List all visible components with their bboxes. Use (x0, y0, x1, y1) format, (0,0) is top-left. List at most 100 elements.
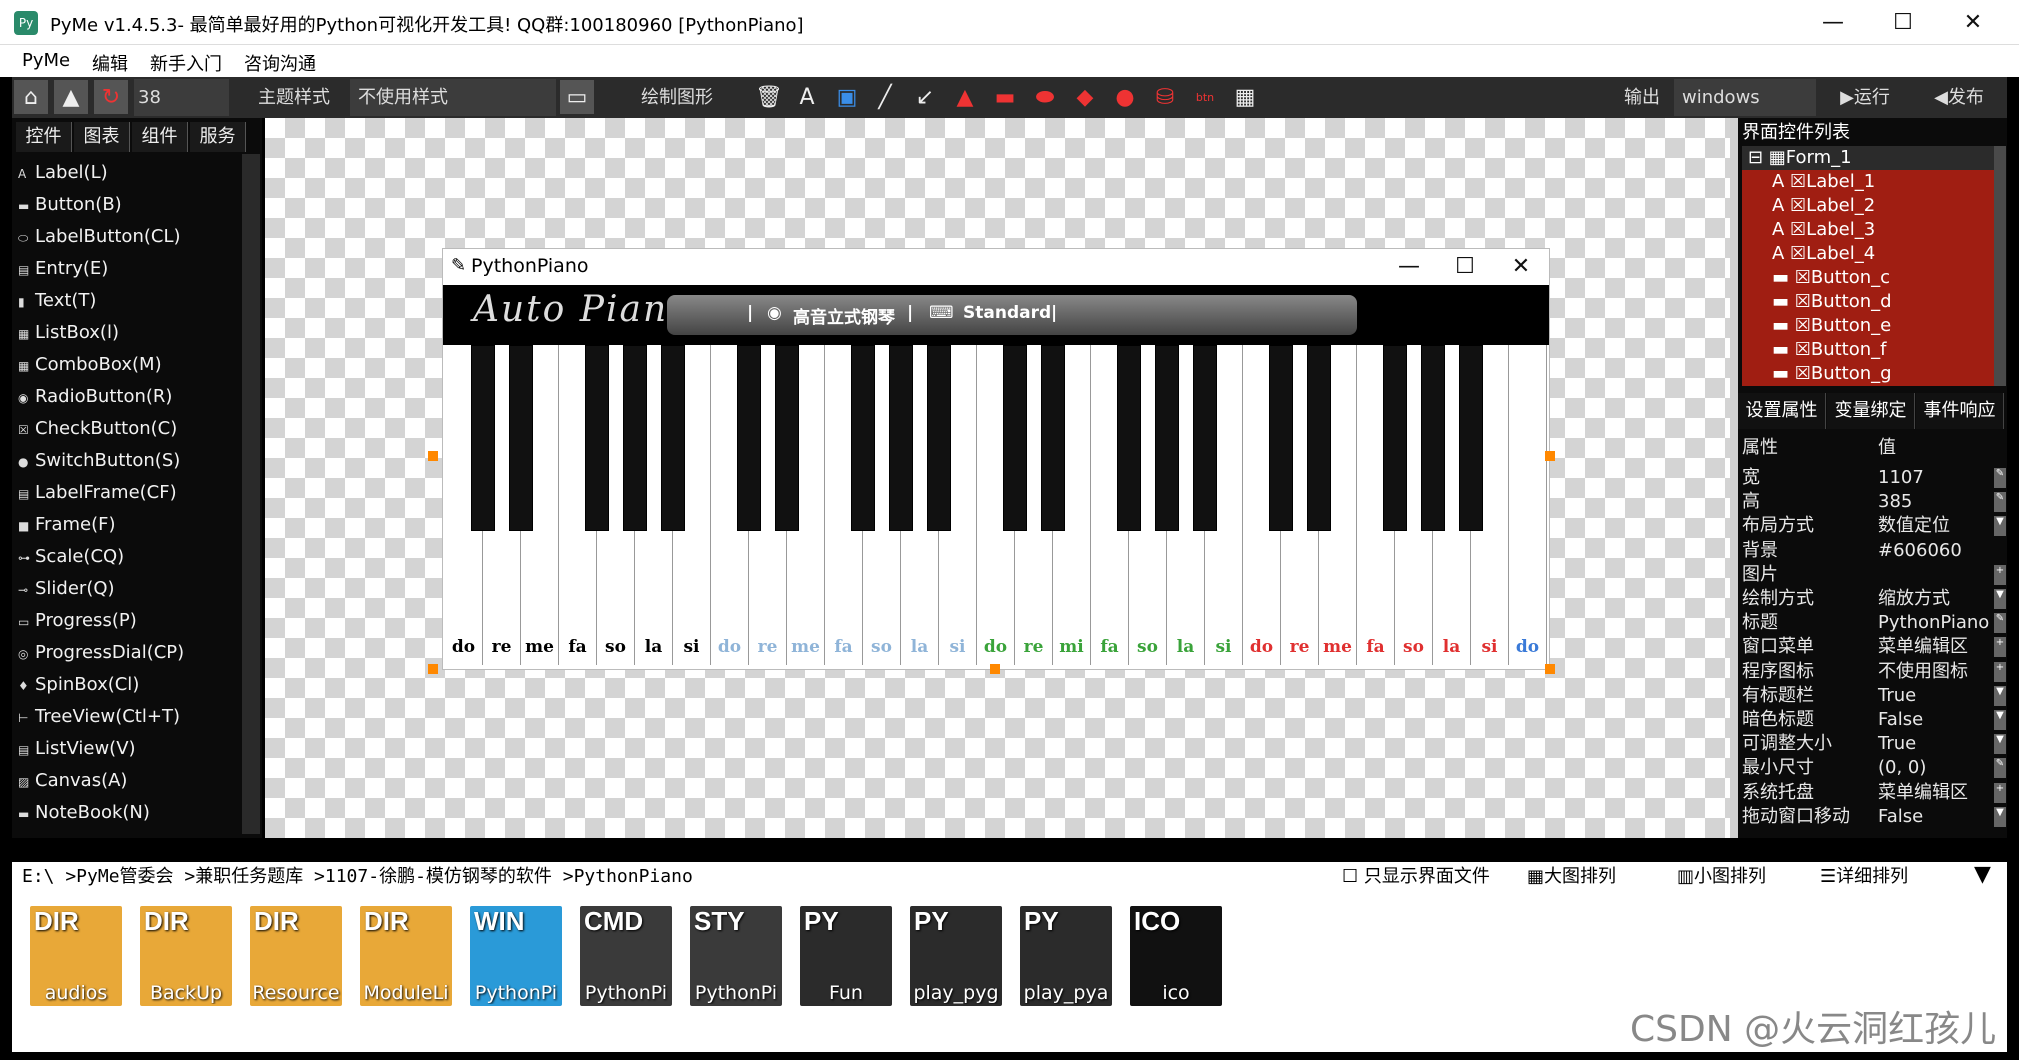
left-tab-0[interactable]: 控件 (16, 122, 72, 152)
text-tool-icon[interactable]: A (790, 80, 824, 114)
property-edit-button[interactable]: ▼ (1994, 806, 2006, 827)
black-key[interactable] (1459, 345, 1483, 531)
big-icon-view-button[interactable]: ▦大图排列 (1527, 862, 1616, 888)
circle-tool-icon[interactable]: ● (1108, 80, 1142, 114)
property-row[interactable]: 高 385 (1742, 490, 1992, 514)
file-item[interactable]: CMD PythonPi (580, 906, 672, 1006)
black-key[interactable] (661, 345, 685, 531)
file-item[interactable]: PY Fun (800, 906, 892, 1006)
property-edit-button[interactable]: ✎ (1994, 613, 2006, 634)
control-item[interactable]: ⊢ TreeView(Ctl+T) (18, 702, 180, 732)
black-key[interactable] (1003, 345, 1027, 531)
tree-scrollbar[interactable] (1994, 146, 2006, 386)
file-item[interactable]: ICO ico (1130, 906, 1222, 1006)
property-edit-button[interactable]: ▼ (1994, 516, 2006, 537)
control-item[interactable]: ■ Frame(F) (18, 510, 115, 540)
resize-handle[interactable] (1545, 664, 1555, 674)
tree-node[interactable]: ▬ ☒Button_f (1742, 338, 1994, 362)
property-value[interactable]: PythonPiano (1878, 611, 1989, 635)
table-tool-icon[interactable]: ▦ (1228, 80, 1262, 114)
property-value[interactable]: 385 (1878, 490, 1912, 514)
small-icon-view-button[interactable]: ▥小图排列 (1677, 862, 1766, 888)
arrow-tool-icon[interactable]: ↙ (908, 80, 942, 114)
control-item[interactable]: ▤ ListView(V) (18, 734, 136, 764)
only-ui-checkbox[interactable]: ☐ 只显示界面文件 (1342, 862, 1490, 888)
black-key[interactable] (889, 345, 913, 531)
line-tool-icon[interactable]: ╱ (868, 80, 902, 114)
black-key[interactable] (1041, 345, 1065, 531)
control-item[interactable]: ♦ SpinBox(Cl) (18, 670, 139, 700)
triangle-tool-icon[interactable]: ▲ (948, 80, 982, 114)
black-key[interactable] (737, 345, 761, 531)
resize-handle[interactable] (428, 664, 438, 674)
control-item[interactable]: ◎ ProgressDial(CP) (18, 638, 184, 668)
form-close-button[interactable]: ✕ (1493, 249, 1549, 285)
control-item[interactable]: ⊸ Slider(Q) (18, 574, 115, 604)
property-row[interactable]: 标题 PythonPiano (1742, 611, 1992, 635)
control-item[interactable]: ▭ Progress(P) (18, 606, 137, 636)
property-edit-button[interactable]: ▼ (1994, 734, 2006, 755)
black-key[interactable] (775, 345, 799, 531)
property-value[interactable]: True (1878, 684, 1916, 708)
property-value[interactable]: #606060 (1878, 539, 1962, 563)
file-item[interactable]: DIR audios (30, 906, 122, 1006)
black-key[interactable] (1117, 345, 1141, 531)
black-key[interactable] (1193, 345, 1217, 531)
trash-icon[interactable]: 🗑 (752, 80, 786, 114)
tree-node[interactable]: ⊟ ▦Form_1 (1742, 146, 1994, 170)
property-value[interactable]: 缩放方式 (1878, 587, 1950, 611)
property-row[interactable]: 拖动窗口移动 False (1742, 805, 1992, 829)
instrument-bar[interactable]: | ◉ 高音立式钢琴 | ⌨ Standard | (667, 295, 1357, 335)
piano-form[interactable]: ✎ PythonPiano — ☐ ✕ Auto Piano | ◉ 高音立式钢… (442, 248, 1550, 670)
tree-node[interactable]: A ☒Label_3 (1742, 218, 1994, 242)
property-edit-button[interactable]: ✎ (1994, 492, 2006, 513)
control-tree[interactable]: ⊟ ▦Form_1 A ☒Label_1 A ☒Label_2 A ☒Label_3 A… (1742, 146, 1994, 386)
black-key[interactable] (927, 345, 951, 531)
property-value[interactable]: False (1878, 708, 1923, 732)
black-key[interactable] (1421, 345, 1445, 531)
file-item[interactable]: STY PythonPi (690, 906, 782, 1006)
control-item[interactable]: ▨ Canvas(A) (18, 766, 127, 796)
property-edit-button[interactable]: ▼ (1994, 710, 2006, 730)
property-value[interactable]: 数值定位 (1878, 514, 1950, 538)
rect-tool-icon[interactable]: ▬ (988, 80, 1022, 114)
property-value[interactable]: 菜单编辑区 (1878, 635, 1968, 659)
property-row[interactable]: 背景 #606060 (1742, 539, 1992, 563)
property-value[interactable]: 不使用图标 (1878, 660, 1968, 684)
resize-handle[interactable] (1545, 451, 1555, 461)
piano-keyboard[interactable]: do re me fa so la si do re me fa so la si do re mi fa so la… (445, 345, 1547, 665)
tree-node[interactable]: A ☒Label_4 (1742, 242, 1994, 266)
palette-scrollbar[interactable] (242, 154, 260, 834)
tree-node[interactable]: ▬ ☒Button_g (1742, 362, 1994, 386)
theme-select[interactable]: 不使用样式 (350, 79, 556, 116)
file-item[interactable]: DIR BackUp (140, 906, 232, 1006)
tree-node[interactable]: A ☒Label_2 (1742, 194, 1994, 218)
cylinder-tool-icon[interactable]: ⛁ (1148, 80, 1182, 114)
picture-tool-icon[interactable]: ▣ (830, 80, 864, 114)
resize-handle[interactable] (428, 451, 438, 461)
file-item[interactable]: PY play_pyg (910, 906, 1002, 1006)
form-minimize-button[interactable]: — (1381, 249, 1437, 285)
maximize-button[interactable]: ☐ (1868, 0, 1938, 45)
detail-view-button[interactable]: ☰详细排列 (1820, 862, 1908, 888)
property-edit-button[interactable]: + (1994, 637, 2006, 658)
left-tab-2[interactable]: 组件 (132, 122, 188, 152)
black-key[interactable] (585, 345, 609, 531)
property-row[interactable]: 可调整大小 True (1742, 732, 1992, 756)
tree-node[interactable]: ▬ ☒Button_d (1742, 290, 1994, 314)
property-row[interactable]: 绘制方式 缩放方式 (1742, 587, 1992, 611)
menu-item-2[interactable]: 新手入门 (150, 50, 222, 76)
property-row[interactable]: 最小尺寸 (0, 0) (1742, 756, 1992, 780)
close-button[interactable]: ✕ (1938, 0, 2008, 45)
tree-node[interactable]: A ☒Label_1 (1742, 170, 1994, 194)
black-key[interactable] (509, 345, 533, 531)
black-key[interactable] (851, 345, 875, 531)
control-item[interactable]: ▤ Entry(E) (18, 254, 108, 284)
property-row[interactable]: 布局方式 数值定位 (1742, 514, 1992, 538)
collapse-icon[interactable]: ▼ (1974, 862, 1991, 887)
property-tab-1[interactable]: 变量绑定 (1827, 393, 1915, 429)
left-tab-3[interactable]: 服务 (190, 122, 246, 152)
file-item[interactable]: WIN PythonPi (470, 906, 562, 1006)
menu-item-3[interactable]: 咨询沟通 (244, 50, 316, 76)
control-item[interactable]: ⬭ LabelButton(CL) (18, 222, 181, 252)
